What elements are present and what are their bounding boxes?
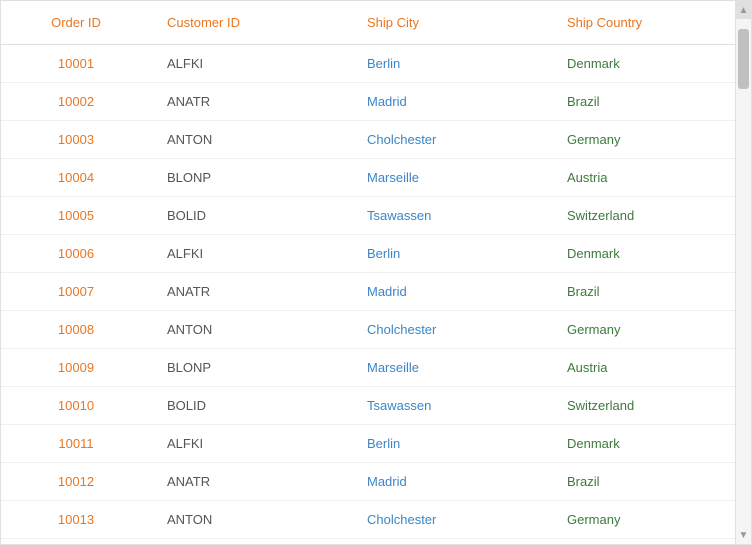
cell-order-id: 10001 <box>1 45 151 83</box>
column-header-ship-city[interactable]: Ship City <box>351 1 551 45</box>
cell-ship-country: Denmark <box>551 425 735 463</box>
cell-ship-city: Marseille <box>351 159 551 197</box>
scroll-track[interactable] <box>736 19 751 526</box>
cell-ship-country: Denmark <box>551 235 735 273</box>
cell-customer-id: ALFKI <box>151 45 351 83</box>
cell-ship-country: Brazil <box>551 463 735 501</box>
cell-ship-city: Berlin <box>351 45 551 83</box>
cell-ship-city: Marseille <box>351 349 551 387</box>
table-header: Order ID Customer ID Ship City Ship Coun… <box>1 1 735 45</box>
table-body: 10001ALFKIBerlinDenmark10002ANATRMadridB… <box>1 45 735 539</box>
cell-ship-city: Tsawassen <box>351 387 551 425</box>
table-row: 10009BLONPMarseilleAustria <box>1 349 735 387</box>
cell-ship-country: Germany <box>551 311 735 349</box>
cell-ship-country: Germany <box>551 501 735 539</box>
cell-ship-country: Germany <box>551 121 735 159</box>
cell-ship-city: Tsawassen <box>351 197 551 235</box>
table-container: Order ID Customer ID Ship City Ship Coun… <box>0 0 752 545</box>
column-header-order-id[interactable]: Order ID <box>1 1 151 45</box>
table-row: 10013ANTONCholchesterGermany <box>1 501 735 539</box>
cell-customer-id: BLONP <box>151 159 351 197</box>
cell-ship-city: Madrid <box>351 463 551 501</box>
scroll-thumb[interactable] <box>738 29 749 89</box>
cell-order-id: 10008 <box>1 311 151 349</box>
table-row: 10012ANATRMadridBrazil <box>1 463 735 501</box>
table-row: 10011ALFKIBerlinDenmark <box>1 425 735 463</box>
cell-customer-id: BOLID <box>151 197 351 235</box>
scroll-up-button[interactable]: ▲ <box>736 1 752 19</box>
cell-customer-id: BOLID <box>151 387 351 425</box>
cell-ship-country: Brazil <box>551 273 735 311</box>
cell-customer-id: ANTON <box>151 501 351 539</box>
cell-order-id: 10006 <box>1 235 151 273</box>
table-row: 10003ANTONCholchesterGermany <box>1 121 735 159</box>
cell-customer-id: ALFKI <box>151 425 351 463</box>
cell-ship-country: Brazil <box>551 83 735 121</box>
cell-ship-country: Austria <box>551 159 735 197</box>
cell-customer-id: BLONP <box>151 349 351 387</box>
cell-ship-city: Cholchester <box>351 121 551 159</box>
cell-order-id: 10004 <box>1 159 151 197</box>
cell-order-id: 10011 <box>1 425 151 463</box>
cell-customer-id: ANTON <box>151 121 351 159</box>
cell-order-id: 10010 <box>1 387 151 425</box>
scrollbar[interactable]: ▲ ▼ <box>735 1 751 544</box>
table-wrapper: Order ID Customer ID Ship City Ship Coun… <box>1 1 735 544</box>
cell-order-id: 10012 <box>1 463 151 501</box>
cell-customer-id: ANATR <box>151 463 351 501</box>
cell-order-id: 10003 <box>1 121 151 159</box>
scroll-down-button[interactable]: ▼ <box>736 526 752 544</box>
table-row: 10006ALFKIBerlinDenmark <box>1 235 735 273</box>
column-header-customer-id[interactable]: Customer ID <box>151 1 351 45</box>
cell-customer-id: ANATR <box>151 273 351 311</box>
cell-ship-country: Switzerland <box>551 387 735 425</box>
cell-customer-id: ANATR <box>151 83 351 121</box>
cell-ship-city: Cholchester <box>351 311 551 349</box>
table-row: 10004BLONPMarseilleAustria <box>1 159 735 197</box>
cell-customer-id: ALFKI <box>151 235 351 273</box>
cell-ship-city: Madrid <box>351 273 551 311</box>
table-row: 10002ANATRMadridBrazil <box>1 83 735 121</box>
cell-ship-city: Berlin <box>351 425 551 463</box>
cell-order-id: 10009 <box>1 349 151 387</box>
cell-order-id: 10007 <box>1 273 151 311</box>
cell-order-id: 10002 <box>1 83 151 121</box>
cell-ship-city: Madrid <box>351 83 551 121</box>
cell-customer-id: ANTON <box>151 311 351 349</box>
table-row: 10007ANATRMadridBrazil <box>1 273 735 311</box>
table-row: 10008ANTONCholchesterGermany <box>1 311 735 349</box>
table-row: 10010BOLIDTsawassenSwitzerland <box>1 387 735 425</box>
cell-ship-country: Austria <box>551 349 735 387</box>
cell-order-id: 10013 <box>1 501 151 539</box>
cell-ship-country: Denmark <box>551 45 735 83</box>
table-row: 10001ALFKIBerlinDenmark <box>1 45 735 83</box>
cell-order-id: 10005 <box>1 197 151 235</box>
cell-ship-city: Berlin <box>351 235 551 273</box>
cell-ship-country: Switzerland <box>551 197 735 235</box>
data-table: Order ID Customer ID Ship City Ship Coun… <box>1 1 735 539</box>
column-header-ship-country[interactable]: Ship Country <box>551 1 735 45</box>
cell-ship-city: Cholchester <box>351 501 551 539</box>
table-row: 10005BOLIDTsawassenSwitzerland <box>1 197 735 235</box>
